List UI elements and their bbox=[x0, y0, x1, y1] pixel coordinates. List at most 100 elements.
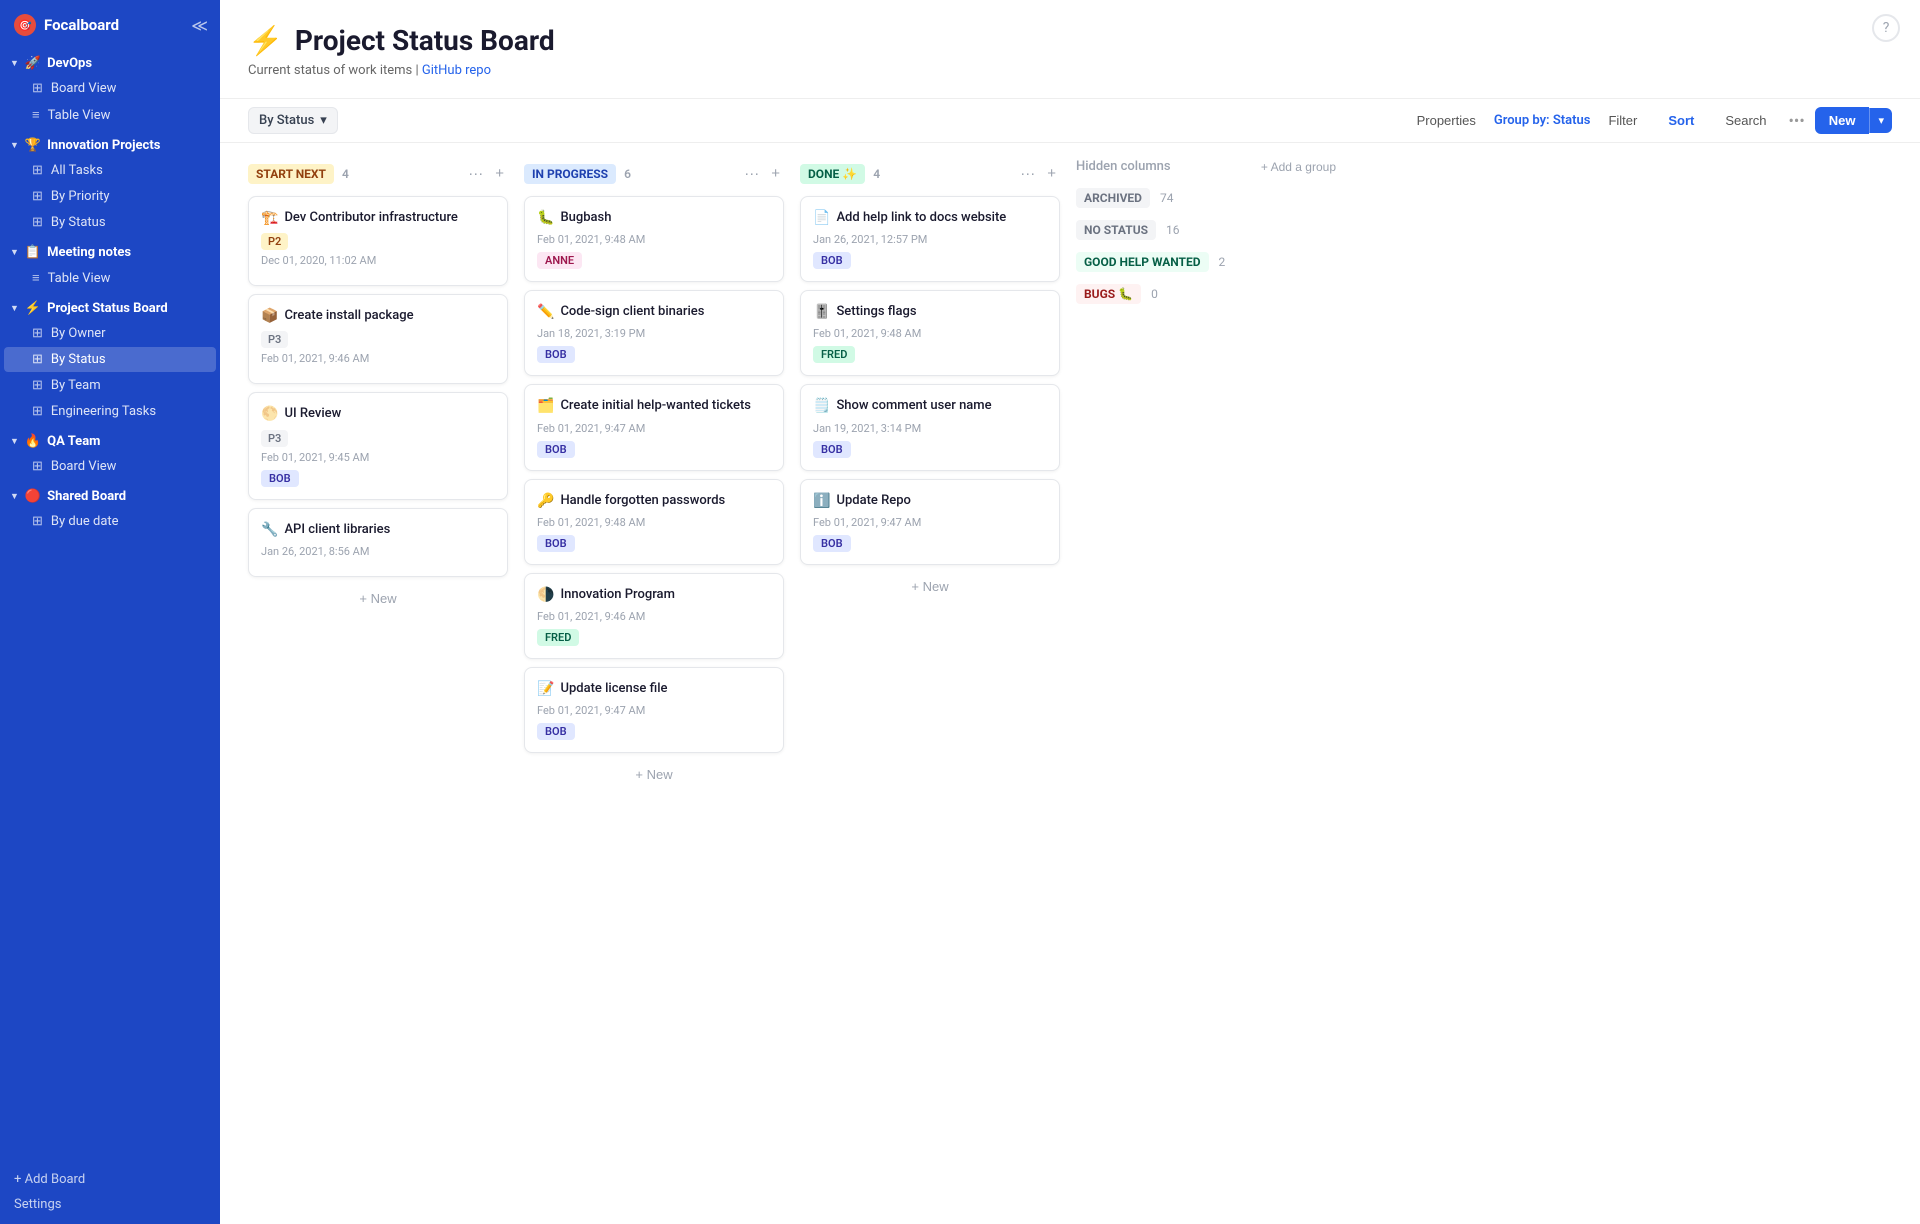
sidebar-item-label: Table View bbox=[48, 271, 111, 286]
github-repo-link[interactable]: GitHub repo bbox=[422, 63, 491, 78]
sidebar-group-header-devops[interactable]: ▼🚀DevOps bbox=[0, 50, 220, 75]
add-new-button-done[interactable]: + New bbox=[800, 573, 1060, 600]
sidebar-item-table-view-meeting[interactable]: ≡ Table View bbox=[4, 265, 216, 291]
column-more-button[interactable]: ··· bbox=[740, 163, 763, 184]
card-emoji: 📦 bbox=[261, 308, 278, 324]
sidebar-item-by-priority[interactable]: ⊞By Priority bbox=[4, 184, 216, 209]
column-more-button[interactable]: ··· bbox=[464, 163, 487, 184]
card-emoji: 📄 bbox=[813, 210, 830, 226]
sidebar-item-all-tasks[interactable]: ⊞All Tasks bbox=[4, 158, 216, 183]
sidebar-item-by-status-project[interactable]: ⊞By Status bbox=[4, 347, 216, 372]
column-actions: ··· + bbox=[740, 163, 784, 184]
card-c13[interactable]: 🗒️ Show comment user name Jan 19, 2021, … bbox=[800, 384, 1060, 470]
column-count: 4 bbox=[342, 167, 349, 181]
card-title: Handle forgotten passwords bbox=[560, 492, 725, 510]
sidebar-item-by-team[interactable]: ⊞By Team bbox=[4, 373, 216, 398]
sidebar-group-header-qa-team[interactable]: ▼🔥QA Team bbox=[0, 428, 220, 453]
item-icon: ≡ bbox=[32, 270, 40, 286]
sidebar-item-by-status-innovation[interactable]: ⊞By Status bbox=[4, 210, 216, 235]
board-column-done: DONE ✨ 4 ··· + 📄 Add help link to docs w… bbox=[800, 159, 1060, 600]
card-date: Feb 01, 2021, 9:48 AM bbox=[813, 327, 1047, 340]
add-new-button-start-next[interactable]: + New bbox=[248, 585, 508, 612]
card-c2[interactable]: 📦 Create install package P3Feb 01, 2021,… bbox=[248, 294, 508, 384]
sidebar-item-label: By due date bbox=[51, 514, 119, 529]
sidebar-item-by-owner[interactable]: ⊞By Owner bbox=[4, 321, 216, 346]
card-c3[interactable]: 🌕 UI Review P3Feb 01, 2021, 9:45 AMBOB bbox=[248, 392, 508, 499]
card-date: Jan 18, 2021, 3:19 PM bbox=[537, 327, 771, 340]
card-title: Bugbash bbox=[560, 209, 611, 227]
help-icon[interactable]: ? bbox=[1872, 14, 1900, 42]
card-c5[interactable]: 🐛 Bugbash Feb 01, 2021, 9:48 AMANNE bbox=[524, 196, 784, 282]
column-more-button[interactable]: ··· bbox=[1016, 163, 1039, 184]
new-dropdown-button[interactable]: ▾ bbox=[1869, 108, 1892, 133]
sidebar-group-header-meeting[interactable]: ▼📋Meeting notes bbox=[0, 239, 220, 264]
card-c8[interactable]: 🔑 Handle forgotten passwords Feb 01, 202… bbox=[524, 479, 784, 565]
more-options-button[interactable]: ••• bbox=[1785, 107, 1809, 134]
add-new-button-in-progress[interactable]: + New bbox=[524, 761, 784, 788]
view-selector[interactable]: By Status ▾ bbox=[248, 107, 338, 134]
card-emoji: 📝 bbox=[537, 681, 554, 697]
card-assignee: BOB bbox=[813, 252, 851, 269]
sidebar-group-devops: ▼🚀DevOps⊞Board View≡Table View bbox=[0, 50, 220, 128]
card-title-row: 🐛 Bugbash bbox=[537, 209, 771, 227]
column-add-button[interactable]: + bbox=[491, 163, 508, 184]
group-emoji: 📋 bbox=[25, 245, 41, 260]
sidebar-item-engineering-tasks[interactable]: ⊞Engineering Tasks bbox=[4, 399, 216, 424]
new-button-group: New ▾ bbox=[1815, 107, 1892, 134]
card-c6[interactable]: ✏️ Code-sign client binaries Jan 18, 202… bbox=[524, 290, 784, 376]
new-button[interactable]: New bbox=[1815, 107, 1870, 134]
card-c12[interactable]: 🎚️ Settings flags Feb 01, 2021, 9:48 AMF… bbox=[800, 290, 1060, 376]
card-title-row: 🗂️ Create initial help-wanted tickets bbox=[537, 397, 771, 415]
card-title-row: 🏗️ Dev Contributor infrastructure bbox=[261, 209, 495, 227]
card-c7[interactable]: 🗂️ Create initial help-wanted tickets Fe… bbox=[524, 384, 784, 470]
column-count: 4 bbox=[873, 167, 880, 181]
sidebar-groups: ▼🚀DevOps⊞Board View≡Table View▼🏆Innovati… bbox=[0, 46, 220, 535]
sidebar-item-board-view-qa[interactable]: ⊞Board View bbox=[4, 454, 216, 479]
sidebar-item-by-due-date[interactable]: ⊞By due date bbox=[4, 509, 216, 534]
view-selector-chevron: ▾ bbox=[320, 113, 327, 128]
sidebar-item-table-view-devops[interactable]: ≡Table View bbox=[4, 102, 216, 128]
card-date: Feb 01, 2021, 9:47 AM bbox=[537, 422, 771, 435]
group-emoji: 🏆 bbox=[25, 138, 41, 153]
search-button[interactable]: Search bbox=[1713, 108, 1778, 133]
sidebar-item-label: Board View bbox=[51, 459, 117, 474]
card-c14[interactable]: ℹ️ Update Repo Feb 01, 2021, 9:47 AMBOB bbox=[800, 479, 1060, 565]
card-emoji: 🏗️ bbox=[261, 210, 278, 226]
hidden-col-count: 16 bbox=[1166, 223, 1180, 237]
app-logo: 🎯 Focalboard bbox=[14, 14, 119, 36]
card-title: Show comment user name bbox=[836, 397, 991, 415]
card-c1[interactable]: 🏗️ Dev Contributor infrastructure P2Dec … bbox=[248, 196, 508, 286]
card-title: Innovation Program bbox=[560, 586, 674, 604]
sidebar-header: 🎯 Focalboard ≪ bbox=[0, 0, 220, 46]
card-title-row: ℹ️ Update Repo bbox=[813, 492, 1047, 510]
sidebar-group-header-shared-board[interactable]: ▼🔴Shared Board bbox=[0, 483, 220, 508]
page-title-row: ⚡ Project Status Board bbox=[248, 24, 1892, 57]
add-group-button[interactable]: + Add a group bbox=[1261, 160, 1336, 174]
settings-button[interactable]: Settings bbox=[0, 1191, 220, 1216]
card-c4[interactable]: 🔧 API client libraries Jan 26, 2021, 8:5… bbox=[248, 508, 508, 577]
sort-button[interactable]: Sort bbox=[1655, 107, 1707, 134]
card-date: Feb 01, 2021, 9:46 AM bbox=[537, 610, 771, 623]
filter-button[interactable]: Filter bbox=[1596, 108, 1649, 133]
card-title-row: 🌕 UI Review bbox=[261, 405, 495, 423]
properties-button[interactable]: Properties bbox=[1405, 108, 1488, 133]
card-title: Update license file bbox=[560, 680, 667, 698]
card-c10[interactable]: 📝 Update license file Feb 01, 2021, 9:47… bbox=[524, 667, 784, 753]
card-title: Create initial help-wanted tickets bbox=[560, 397, 751, 415]
card-c11[interactable]: 📄 Add help link to docs website Jan 26, … bbox=[800, 196, 1060, 282]
sidebar-group-header-innovation[interactable]: ▼🏆Innovation Projects bbox=[0, 132, 220, 157]
column-header-in-progress: IN PROGRESS 6 ··· + bbox=[524, 159, 784, 188]
add-board-button[interactable]: + Add Board bbox=[0, 1164, 220, 1191]
subtitle-text: Current status of work items | bbox=[248, 63, 422, 78]
card-c9[interactable]: 🌗 Innovation Program Feb 01, 2021, 9:46 … bbox=[524, 573, 784, 659]
sidebar-collapse-button[interactable]: ≪ bbox=[191, 16, 208, 35]
column-add-button[interactable]: + bbox=[767, 163, 784, 184]
sidebar-group-header-project-status[interactable]: ▼⚡Project Status Board bbox=[0, 295, 220, 320]
card-date: Jan 26, 2021, 12:57 PM bbox=[813, 233, 1047, 246]
card-title: Add help link to docs website bbox=[836, 209, 1006, 227]
item-icon: ≡ bbox=[32, 107, 40, 123]
sidebar-group-project-status: ▼⚡Project Status Board⊞By Owner⊞By Statu… bbox=[0, 295, 220, 424]
sidebar-item-board-view-devops[interactable]: ⊞Board View bbox=[4, 76, 216, 101]
hidden-col-item-archived: ARCHIVED 74 bbox=[1076, 184, 1336, 212]
column-add-button[interactable]: + bbox=[1043, 163, 1060, 184]
